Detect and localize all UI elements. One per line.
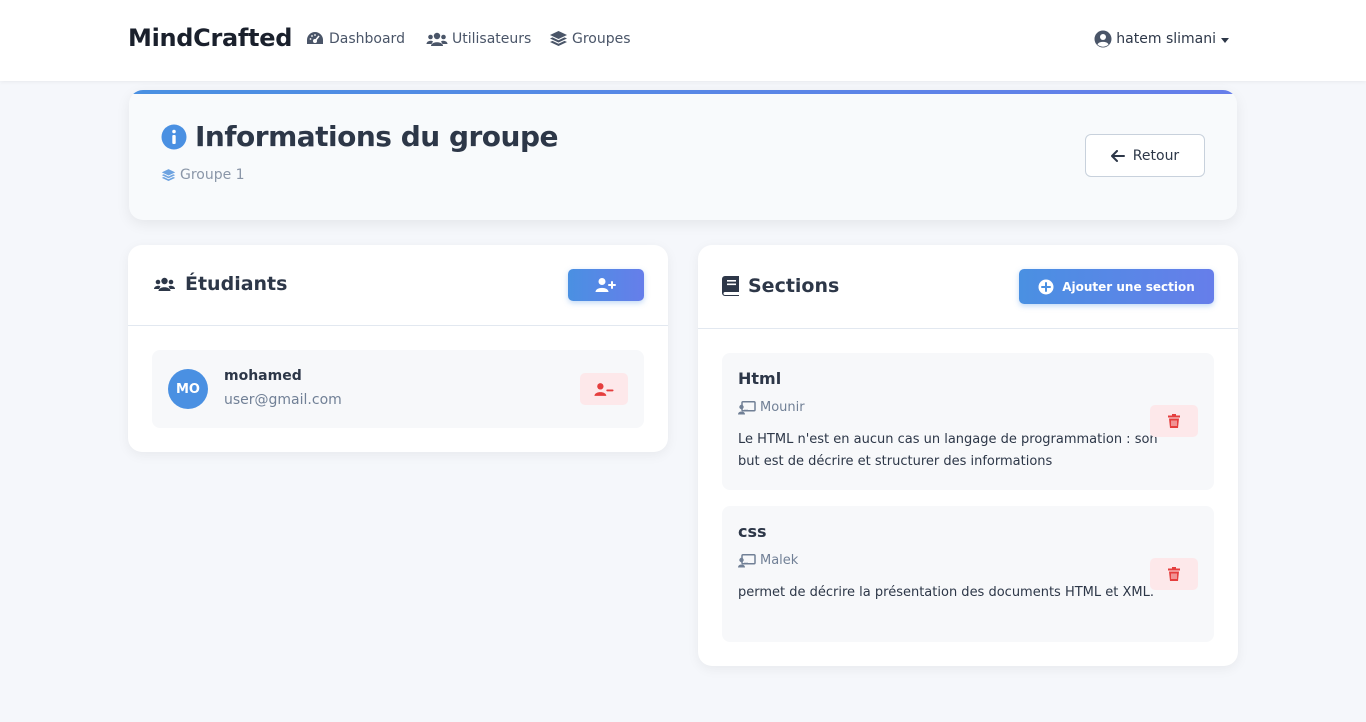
sections-title-text: Sections (748, 275, 840, 297)
students-card-header: Étudiants (128, 245, 668, 326)
sections-card-header: Sections Ajouter une section (698, 245, 1238, 329)
section-description: Le HTML n'est en aucun cas un langage de… (738, 432, 1158, 469)
nav-link-label: Dashboard (329, 31, 405, 47)
trash-icon (1168, 567, 1180, 581)
add-section-button[interactable]: Ajouter une section (1019, 269, 1214, 304)
student-list-item: MO mohamed user@gmail.com (152, 350, 644, 428)
brand-logo[interactable]: MindCrafted (128, 24, 292, 52)
user-minus-icon (594, 382, 614, 396)
remove-student-button[interactable] (580, 373, 628, 405)
arrow-left-icon (1110, 149, 1125, 162)
layers-icon (161, 168, 176, 181)
page-title-text: Informations du groupe (195, 120, 559, 153)
back-button-label: Retour (1132, 147, 1180, 164)
page-title: Informations du groupe (161, 120, 559, 153)
section-description: permet de décrire la présentation des do… (738, 585, 1154, 600)
users-icon (154, 277, 175, 291)
user-name: hatem slimani (1116, 31, 1216, 47)
nav-link-groupes[interactable]: Groupes (549, 30, 631, 48)
group-subtitle: Groupe 1 (161, 167, 245, 183)
student-name: mohamed (224, 368, 302, 384)
nav-link-utilisateurs[interactable]: Utilisateurs (426, 30, 531, 48)
group-name: Groupe 1 (180, 167, 245, 183)
group-info-header: Informations du groupe Groupe 1 Retour (129, 90, 1237, 220)
trash-icon (1168, 414, 1180, 428)
info-circle-icon (161, 124, 187, 149)
add-student-button[interactable] (568, 269, 644, 301)
plus-circle-icon (1038, 279, 1054, 294)
user-circle-icon (1094, 30, 1112, 48)
section-title: css (738, 522, 767, 541)
teacher-name: Mounir (760, 400, 805, 415)
section-list-item: css Malek permet de décrire la présentat… (722, 506, 1214, 642)
dashboard-gauge-icon (307, 32, 323, 44)
chalkboard-teacher-icon (738, 400, 756, 414)
nav-link-label: Groupes (572, 31, 631, 47)
top-navbar: MindCrafted Dashboard Utilisateurs Group… (0, 0, 1366, 81)
nav-link-label: Utilisateurs (452, 31, 532, 47)
user-plus-icon (595, 278, 616, 292)
student-email: user@gmail.com (224, 392, 342, 408)
section-teacher: Mounir (738, 400, 805, 415)
students-title-text: Étudiants (185, 273, 288, 295)
students-card: Étudiants MO mohamed user@gmail.com (128, 245, 668, 452)
back-button[interactable]: Retour (1085, 134, 1205, 177)
chalkboard-teacher-icon (738, 553, 756, 567)
avatar: MO (168, 369, 208, 409)
user-menu-dropdown[interactable]: hatem slimani (1094, 30, 1229, 48)
sections-card: Sections Ajouter une section Html Mounir… (698, 245, 1238, 666)
delete-section-button[interactable] (1150, 405, 1198, 437)
section-list-item: Html Mounir Le HTML n'est en aucun cas u… (722, 353, 1214, 490)
header-accent-bar (129, 90, 1237, 94)
section-title: Html (738, 369, 782, 388)
users-icon (426, 32, 448, 46)
chevron-down-icon (1221, 37, 1229, 43)
students-title: Étudiants (152, 273, 287, 295)
teacher-name: Malek (760, 553, 799, 568)
nav-link-dashboard[interactable]: Dashboard (305, 30, 405, 48)
delete-section-button[interactable] (1150, 558, 1198, 590)
book-icon (722, 276, 739, 296)
layers-icon (550, 31, 567, 46)
section-teacher: Malek (738, 553, 798, 568)
sections-title: Sections (722, 275, 839, 297)
add-section-label: Ajouter une section (1062, 279, 1195, 294)
